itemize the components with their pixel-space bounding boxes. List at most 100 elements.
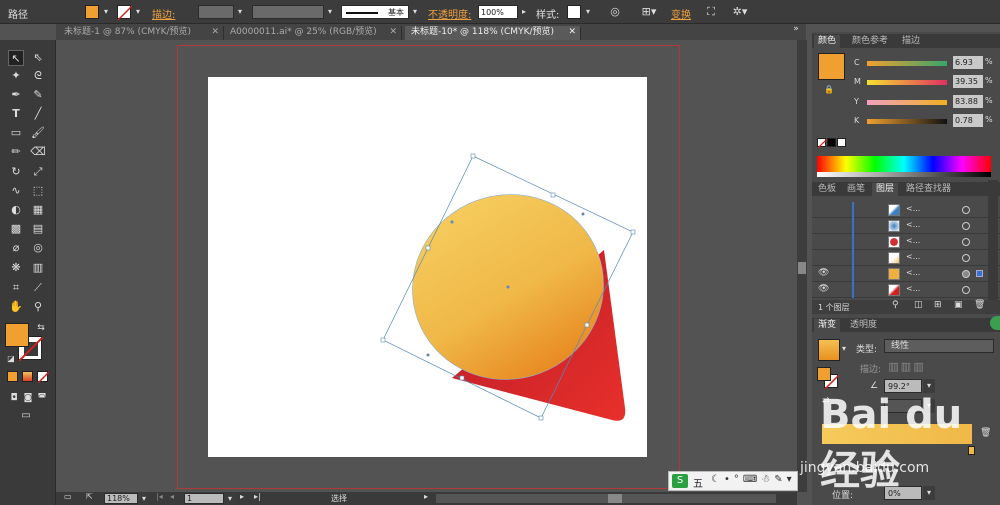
bbox-handle [584,322,590,328]
tab-color-guide[interactable]: 颜色参考 [848,35,892,48]
page-dropdown-arrow[interactable]: ▾ [224,493,236,504]
layer-row[interactable]: <... [812,234,1000,250]
layer-row[interactable]: <... [812,202,1000,218]
target-circle-icon[interactable] [962,238,970,246]
yellow-value-field[interactable]: 83.88 [953,95,983,108]
new-layer-icon[interactable]: ▣ [954,300,963,310]
yellow-slider[interactable] [867,100,947,105]
tab-gradient[interactable]: 渐变 [814,319,841,332]
tab-swatches[interactable]: 色板 [814,183,840,196]
angle-field[interactable]: 99.2° [884,379,922,393]
layer-name: <... [906,204,921,213]
layer-color-indicator [852,282,854,298]
none-color-chip[interactable] [817,138,827,148]
color-panel-tabs: 颜色 颜色参考 描边 [812,34,1000,48]
black-slider[interactable] [867,119,947,124]
tab-label: 描边 [902,36,921,46]
watermark-logo: Bai du 经验 [820,392,963,494]
target-circle-icon[interactable] [962,286,970,294]
unit-label: % [985,76,993,85]
horizontal-scrollbar[interactable] [436,494,776,503]
ime-tool-icons[interactable]: ☾•°⌨☃✎▾ [711,474,796,485]
next-page-icon[interactable]: ▸ [240,492,244,501]
fill-color-box[interactable] [5,323,29,347]
black-color-chip[interactable] [827,138,836,147]
zoom-field[interactable]: 118% [104,493,138,504]
tab-label: 路径查找器 [906,184,952,194]
unit-label: % [985,96,993,105]
white-color-chip[interactable] [837,138,846,147]
tab-label: 颜色参考 [852,36,889,46]
cyan-value-field[interactable]: 6.93 [953,56,983,69]
layer-name: <... [906,284,921,293]
stroke-gradient-options-icon[interactable]: ▥▥▥ [886,360,928,373]
status-menu-arrow[interactable]: ▸ [424,492,428,501]
layer-thumbnail [888,236,900,248]
side-tab-badge[interactable] [990,316,1000,330]
tab-stroke[interactable]: 描边 [898,35,924,48]
magenta-slider[interactable] [867,80,947,85]
page-field[interactable]: 1 [184,493,224,504]
cyan-slider[interactable] [867,61,947,66]
trash-icon[interactable]: 🗑 [974,300,985,310]
layer-name: <... [906,268,921,277]
layer-color-indicator [852,266,854,282]
channel-label: K [854,116,860,125]
tab-brushes[interactable]: 画笔 [843,183,869,196]
ime-mode-label[interactable]: 五 [693,475,703,490]
bbox-handle [425,245,431,251]
tab-label: 颜色 [818,36,837,46]
yellow-slider-row: Y 83.88 % [812,95,1000,113]
gradient-fill-box[interactable] [817,367,831,381]
target-circle-icon[interactable] [962,254,970,262]
unit-label: % [985,57,993,66]
last-page-icon[interactable]: ▸| [254,492,261,501]
grayscale-ramp[interactable] [817,172,991,177]
scroll-thumb[interactable] [608,494,622,503]
anchor-point [450,220,454,224]
target-circle-icon[interactable] [962,222,970,230]
artboard-nav-icon[interactable]: ▭ [64,492,72,501]
first-page-icon[interactable]: |◂ [156,492,163,501]
bbox-handle [550,192,556,198]
layer-color-indicator [852,218,854,234]
layer-row[interactable]: <... [812,250,1000,266]
tab-layers[interactable]: 图层 [872,183,899,196]
layer-row[interactable]: 👁 <... [812,282,1000,298]
tab-color[interactable]: 颜色 [814,35,841,48]
export-icon[interactable]: ⇱ [86,492,93,501]
zoom-dropdown-arrow[interactable]: ▾ [138,493,150,504]
panel-scrollbar[interactable] [988,180,998,300]
center-point [506,285,510,289]
magenta-slider-row: M 39.35 % [812,75,1000,93]
current-tool-label: 选择 [331,494,347,503]
layer-row[interactable]: 👁 <... [812,266,1000,282]
selection-indicator[interactable] [976,270,983,277]
gradient-preset-arrow[interactable]: ▾ [842,344,846,353]
black-value-field[interactable]: 0.78 [953,114,983,127]
tab-transparency[interactable]: 透明度 [846,319,881,332]
angle-dropdown-arrow[interactable]: ▾ [923,379,935,393]
gradient-stroke-label: 描边: [860,365,882,375]
tab-pathfinder[interactable]: 路径查找器 [902,183,955,196]
new-sublayer-icon[interactable]: ⊞ [934,300,942,310]
gradient-preview-swatch[interactable] [818,339,840,361]
gradient-panel-tabs: 渐变 透明度 [812,318,1000,332]
gradient-type-select[interactable]: 线性 [884,339,994,353]
prev-page-icon[interactable]: ◂ [170,492,174,501]
layer-thumbnail [888,252,900,264]
magenta-value-field[interactable]: 39.35 [953,75,983,88]
bbox-handle [630,229,636,235]
cyan-slider-row: C 6.93 % [812,56,1000,74]
make-clipping-mask-icon[interactable]: ◫ [914,300,923,310]
visibility-eye-icon[interactable]: 👁 [818,284,830,294]
target-circle-icon[interactable] [962,206,970,214]
layer-row[interactable]: <... [812,218,1000,234]
layer-thumbnail [888,220,900,232]
locate-object-icon[interactable]: ⚲ [892,300,899,310]
layers-footer: 1 个图层 ⚲ ◫ ⊞ ▣ 🗑 [812,300,1000,314]
target-circle-icon[interactable] [962,270,970,278]
visibility-eye-icon[interactable]: 👁 [818,268,830,278]
ime-logo-icon[interactable]: S [672,474,688,488]
scroll-thumb[interactable] [798,262,806,274]
